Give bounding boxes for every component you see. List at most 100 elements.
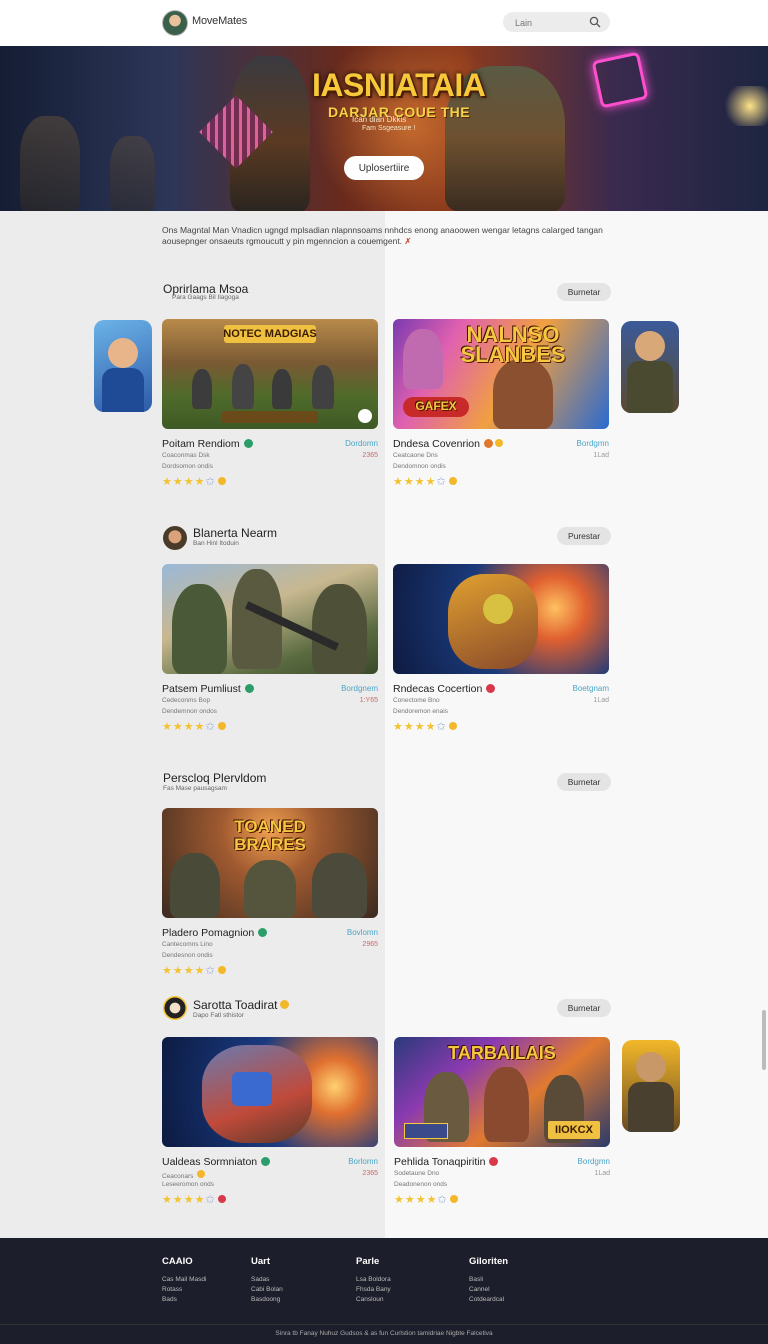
brand-avatar-icon[interactable] <box>162 10 188 36</box>
footer-link[interactable]: Fhsda Bany <box>356 1285 391 1295</box>
star-rating: ★★★★✩ <box>394 1193 458 1206</box>
section-action-button[interactable]: Burnetar <box>557 773 611 791</box>
alert-icon <box>489 1157 499 1166</box>
game-name-text: Patsem Pumliust <box>162 683 241 695</box>
section-avatar <box>163 526 187 550</box>
heart-icon <box>217 1195 226 1203</box>
game-meta-2: Dendoremon enais <box>393 708 448 715</box>
thumb-robot-core <box>232 1072 272 1106</box>
footer-link[interactable]: Rotass <box>162 1285 206 1295</box>
thumb-soldier <box>312 365 334 409</box>
game-thumbnail[interactable]: NALNSO SLANBES GAFEX <box>393 319 609 429</box>
thumb-soldier <box>170 853 220 918</box>
character-face <box>108 338 138 368</box>
character-body <box>627 361 673 413</box>
footer-link[interactable]: Cotdeardcal <box>469 1295 508 1305</box>
game-name: Pladero Pomagnion <box>162 927 268 939</box>
star-empty-icon: ✩ <box>205 1194 216 1206</box>
footer-link[interactable]: Cabi Bolan <box>251 1285 283 1295</box>
game-link[interactable]: Borlomn <box>348 1157 378 1166</box>
character-body <box>628 1082 674 1132</box>
footer-link[interactable]: Cas Mail Masdi <box>162 1275 206 1285</box>
section-avatar <box>163 996 187 1020</box>
footer-link[interactable]: Basdoong <box>251 1295 283 1305</box>
coin-icon <box>449 1195 458 1203</box>
footer-link[interactable]: Cansloun <box>356 1295 391 1305</box>
side-thumb-left[interactable] <box>94 320 152 412</box>
game-thumbnail[interactable] <box>162 1037 378 1147</box>
play-icon[interactable] <box>358 409 372 423</box>
search-icon[interactable] <box>589 16 601 28</box>
hero-muzzle-flash <box>720 86 768 126</box>
game-count: 1Lad <box>593 697 609 704</box>
thumb-soldier <box>312 853 367 918</box>
coin-icon <box>448 722 457 730</box>
game-thumbnail[interactable]: TOANED BRARES <box>162 808 378 918</box>
thumb-soldier <box>272 369 292 409</box>
thumb-title: TARBAILAIS <box>448 1043 556 1063</box>
section-action-button[interactable]: Purestar <box>557 527 611 545</box>
stars-filled: ★★★★ <box>162 965 206 977</box>
game-link[interactable]: Bordgnem <box>341 684 378 693</box>
verified-icon <box>244 684 254 693</box>
thumb-soldier <box>192 369 212 409</box>
thumb-footer-bar <box>222 411 318 423</box>
thumb-soldier <box>172 584 227 674</box>
thumb-character <box>493 359 553 429</box>
footer-link[interactable]: Cannel <box>469 1285 508 1295</box>
search-box[interactable] <box>503 12 610 32</box>
footer-link[interactable]: Basli <box>469 1275 508 1285</box>
game-name-text: Pehlida Tonaqpiritin <box>394 1156 486 1168</box>
game-meta-1: Sodetaune Dno <box>394 1170 440 1177</box>
character-face <box>635 331 665 361</box>
thumb-soldier <box>312 584 367 674</box>
game-meta-2: Deadonenon onds <box>394 1181 448 1188</box>
game-meta-2: Dordsomon ondis <box>162 463 213 470</box>
game-thumbnail[interactable] <box>393 564 609 674</box>
game-link[interactable]: Bordgmn <box>578 1157 610 1166</box>
game-thumbnail[interactable] <box>162 564 378 674</box>
hero-subtitle: Ican dian Dkkis <box>352 115 407 124</box>
intro-text: Ons Magntal Man Vnadicn ugngd mplsadian … <box>162 225 612 247</box>
coin-icon <box>217 722 226 730</box>
side-thumb-right[interactable] <box>622 1040 680 1132</box>
intro-tag: ✗ <box>404 236 412 246</box>
stars-filled: ★★★★ <box>394 1194 438 1206</box>
verified-icon <box>261 1157 271 1166</box>
section-title: Sarotta Toadirat <box>193 998 289 1012</box>
scrollbar-thumb[interactable] <box>762 1010 766 1070</box>
brand-name[interactable]: MoveMates <box>192 15 247 27</box>
game-meta-2: Dendesnon ondis <box>162 952 213 959</box>
footer-link[interactable]: Lsa Boldora <box>356 1275 391 1285</box>
game-name-text: Rndecas Cocertion <box>393 683 483 695</box>
hero-cta-button[interactable]: Uplosertiire <box>344 156 424 180</box>
game-name-text: Pladero Pomagnion <box>162 927 255 939</box>
game-thumbnail[interactable]: NOTEC MADGIAS <box>162 319 378 429</box>
section-action-button[interactable]: Burnetar <box>557 999 611 1017</box>
star-rating: ★★★★✩ <box>162 720 226 733</box>
game-thumbnail[interactable]: TARBAILAIS IIOKCX <box>394 1037 610 1147</box>
game-link[interactable]: Boetgnam <box>573 684 609 693</box>
search-input[interactable] <box>513 15 587 31</box>
footer-link[interactable]: Sadas <box>251 1275 283 1285</box>
section-title: Blanerta Nearm <box>193 526 278 540</box>
game-link[interactable]: Bordgmn <box>577 439 609 448</box>
fire-icon <box>483 439 493 448</box>
alert-icon <box>486 684 496 693</box>
game-link[interactable]: Bovlomn <box>347 928 378 937</box>
section-action-button[interactable]: Burnetar <box>557 283 611 301</box>
coin-icon <box>494 439 503 447</box>
stars-filled: ★★★★ <box>162 1194 206 1206</box>
game-meta-2: Leseeromon onds <box>162 1181 215 1188</box>
side-thumb-right[interactable] <box>621 321 679 413</box>
thumb-soldier <box>232 364 254 409</box>
footer-link[interactable]: Bads <box>162 1295 206 1305</box>
verified-icon <box>243 439 253 448</box>
thumb-robot-core <box>483 594 513 624</box>
stars-filled: ★★★★ <box>162 721 206 733</box>
game-name: Rndecas Cocertion <box>393 683 496 695</box>
character-body <box>102 368 144 412</box>
game-meta-2: Dendomnon ondis <box>393 463 446 470</box>
game-name-text: Ualdeas Sormniaton <box>162 1156 258 1168</box>
game-link[interactable]: Dordomn <box>345 439 378 448</box>
